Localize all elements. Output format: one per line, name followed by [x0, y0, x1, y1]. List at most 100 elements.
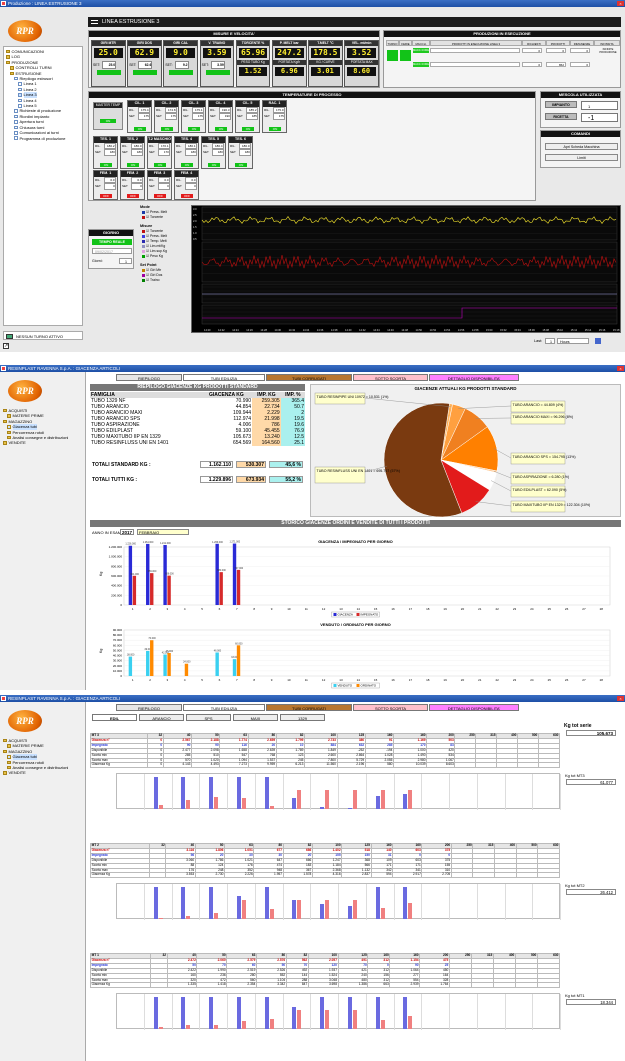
bar-impegnato[interactable] [132, 575, 137, 605]
setpoint-input[interactable]: 175 [191, 113, 204, 120]
setpoint-input[interactable]: 180 [103, 149, 116, 156]
on-button[interactable]: ON [269, 126, 281, 131]
on-button[interactable]: ON [215, 126, 227, 131]
legend-item[interactable]: ☑Torcente [142, 215, 163, 220]
setpoint-input[interactable]: 170 [157, 149, 170, 156]
close-icon[interactable]: × [617, 1, 624, 6]
off-button[interactable]: OFF [127, 193, 139, 198]
menu-icon[interactable] [91, 20, 98, 24]
time-unit-select[interactable]: Hours [557, 338, 589, 344]
legend-item[interactable]: ☑Peso Kg [142, 254, 163, 259]
setpoint-input[interactable]: 9.2 [174, 61, 189, 69]
tab-sotto-scorta[interactable]: SOTTO SCORTA [353, 704, 428, 711]
setpoint-input[interactable]: 180 [238, 149, 251, 156]
subtab-1329[interactable]: 1329 [280, 714, 325, 721]
tab-tubi-corrugati[interactable]: TUBI CORRUGATI [266, 374, 352, 381]
setpoint-input[interactable]: 185 [245, 113, 258, 120]
setpoint-input[interactable]: 175 [164, 113, 177, 120]
last-hours-input[interactable]: 1 [545, 338, 555, 344]
setpoint-input[interactable]: 0 [103, 183, 116, 190]
tab-riepilogo[interactable]: RIEPILOGO [116, 704, 182, 711]
on-button[interactable] [169, 70, 194, 75]
setpoint-input[interactable]: 3.59 [210, 61, 225, 69]
bar-venduto[interactable] [146, 650, 150, 676]
tab-riepilogo[interactable]: RIEPILOGO [116, 374, 182, 381]
tab-tubi-edilizia[interactable]: TUBI EDILIZIA [183, 704, 265, 711]
on-button[interactable] [133, 70, 158, 75]
year-stepper[interactable]: 2017 [120, 529, 134, 535]
setpoint-input[interactable]: 180 [211, 149, 224, 156]
bar-venduto[interactable] [215, 652, 219, 676]
tree-item[interactable]: Programma di produzione [6, 136, 66, 141]
tree-item[interactable]: VENDITE [3, 440, 68, 445]
bar-ordinato[interactable] [236, 645, 241, 676]
subtab-sps[interactable]: SPS [186, 714, 231, 721]
shifts-stepper[interactable]: 1 [119, 258, 132, 264]
table-row[interactable]: Giacenza Kg 3.553 2.730 2.226 1.957 1.578 4.31… [90, 872, 560, 879]
product-field[interactable] [430, 48, 520, 53]
on-button[interactable]: ON [154, 162, 166, 167]
on-button[interactable] [205, 70, 230, 75]
month-select[interactable]: FEBBRAIO [137, 529, 189, 535]
setpoint-input[interactable]: 175 [137, 113, 150, 120]
tab-tubi-edilizia[interactable]: TUBI EDILIZIA [183, 374, 265, 381]
table-row[interactable]: Giacenza Kg 1.335 1.418 2.354 3.342 847 3.698 1… [90, 982, 561, 989]
realtime-button[interactable]: TEMPO REALE [92, 239, 132, 245]
on-button[interactable]: ON [235, 162, 247, 167]
setpoint-input[interactable]: 190 [218, 113, 231, 120]
subtab-maxi[interactable]: MAXI [233, 714, 278, 721]
on-button[interactable]: ON [161, 126, 173, 131]
on-button[interactable]: ON [100, 162, 112, 167]
setpoint-input[interactable]: 180 [130, 149, 143, 156]
bar-ordinato[interactable] [184, 663, 189, 676]
bar-venduto[interactable] [163, 654, 167, 676]
bar-giacenza[interactable] [215, 543, 219, 605]
mix-value[interactable]: 1 [581, 101, 618, 110]
bar-impegnato[interactable] [167, 575, 171, 605]
mix-value[interactable]: -1 [581, 113, 618, 122]
on-button[interactable]: ON [188, 126, 200, 131]
close-icon[interactable]: × [617, 696, 624, 701]
tab-dettaglio-disponibilita-[interactable]: DETTAGLIO DISPONIBILITA' [429, 374, 519, 381]
table-row[interactable]: TUBO RESINFLUSS UNI EN 1401 654.569 164.56… [90, 440, 305, 446]
setpoint-input[interactable]: 0 [184, 183, 197, 190]
on-button[interactable]: ON [127, 162, 139, 167]
setpoint-input[interactable]: 0 [130, 183, 143, 190]
resize-icon[interactable]: ↗ [3, 343, 9, 349]
close-icon[interactable]: × [617, 366, 624, 371]
setpoint-input[interactable]: 175 [272, 113, 285, 120]
setpoint-input[interactable]: 62.6 [138, 61, 153, 69]
subtab-edil[interactable]: EDIL [92, 714, 137, 721]
table-row[interactable]: Giacenza Kg 0 4.143 4.493 7.273 9.959 6.213 11.… [90, 762, 561, 769]
bar-venduto[interactable] [128, 656, 133, 676]
bar-impegnato[interactable] [219, 572, 223, 605]
tab-tubi-corrugati[interactable]: TUBI CORRUGATI [266, 704, 352, 711]
bar-impegnato[interactable] [150, 573, 154, 605]
limits-button[interactable]: Limiti [545, 154, 618, 161]
setpoint-input[interactable]: 25.0 [102, 61, 117, 69]
setpoint-input[interactable]: 180 [184, 149, 197, 156]
off-button[interactable]: OFF [154, 193, 166, 198]
on-button[interactable] [97, 70, 121, 75]
on-button[interactable]: ON [134, 126, 146, 131]
no-active-shift-button[interactable]: NESSUN TURNO ATTIVO [3, 331, 83, 340]
bar-giacenza[interactable] [232, 543, 237, 605]
tab-dettaglio-disponibilita-[interactable]: DETTAGLIO DISPONIBILITA' [429, 704, 519, 711]
legend-item[interactable]: ☑Traino [142, 278, 160, 283]
subtab-arancio[interactable]: ARANCIO [139, 714, 184, 721]
refresh-icon[interactable] [595, 338, 601, 344]
date-field[interactable]: 09/02/2017 [92, 248, 132, 254]
open-machine-sheet-button[interactable]: Apri Scheda Macchina [545, 143, 618, 150]
setpoint-input[interactable]: 0 [157, 183, 170, 190]
on-button[interactable]: ON [242, 126, 254, 131]
master-on-button[interactable]: ON [100, 119, 116, 123]
bar-impegnato[interactable] [236, 569, 241, 605]
on-button[interactable]: ON [181, 162, 193, 167]
off-button[interactable]: OFF [100, 193, 112, 198]
tree-item[interactable]: VENDITE [3, 770, 68, 775]
off-button[interactable]: OFF [181, 193, 193, 198]
on-button[interactable]: ON [208, 162, 220, 167]
bar-ordinato[interactable] [167, 653, 171, 676]
bar-giacenza[interactable] [146, 543, 150, 605]
bar-venduto[interactable] [232, 659, 237, 676]
